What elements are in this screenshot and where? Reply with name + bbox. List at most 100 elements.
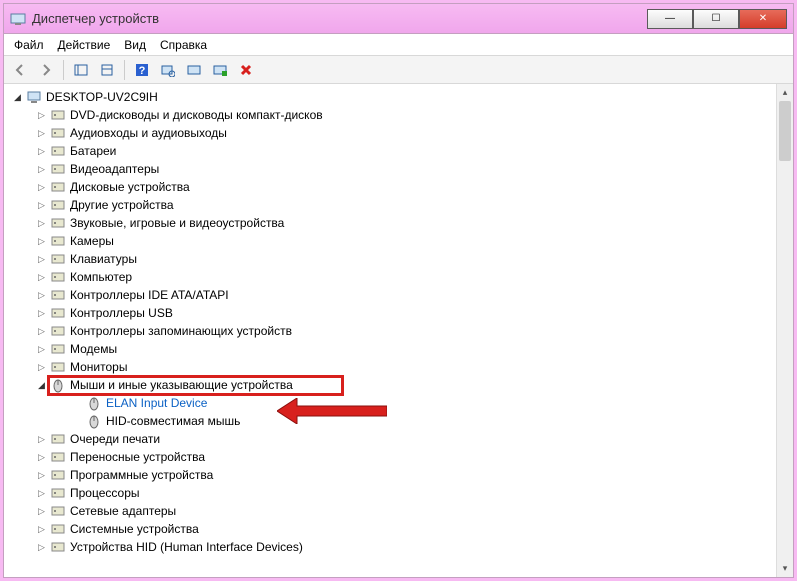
menu-file[interactable]: Файл [14, 38, 44, 52]
uninstall-button[interactable] [208, 59, 232, 81]
tree-arrow-icon[interactable]: ▷ [36, 106, 47, 124]
tree-category-22[interactable]: ▷ Устройства HID (Human Interface Devices… [6, 538, 793, 556]
tree-arrow-icon[interactable]: ▷ [36, 304, 47, 322]
device-manager-window: Диспетчер устройств — ☐ ✕ Файл Действие … [3, 3, 794, 578]
tree-item-label: Мыши и иные указывающие устройства [70, 376, 293, 394]
tree-category-6[interactable]: ▷ Звуковые, игровые и видеоустройства [6, 214, 793, 232]
mouse-icon [50, 377, 66, 393]
tree-category-18[interactable]: ▷Программные устройства [6, 466, 793, 484]
tree-category-1[interactable]: ▷Аудиовходы и аудиовыходы [6, 124, 793, 142]
tree-arrow-icon[interactable]: ▷ [36, 340, 47, 358]
properties-button[interactable] [95, 59, 119, 81]
tree-item-label: Процессоры [70, 484, 140, 502]
tree-area: ◢DESKTOP-UV2C9IH▷DVD-дисководы и дисково… [4, 84, 793, 577]
tree-arrow-icon[interactable]: ▷ [36, 142, 47, 160]
tree-item-label: Контроллеры USB [70, 304, 173, 322]
tree-category-21[interactable]: ▷ Системные устройства [6, 520, 793, 538]
tree-arrow-icon[interactable]: ▷ [36, 178, 47, 196]
show-hidden-button[interactable] [69, 59, 93, 81]
tree-category-0[interactable]: ▷ DVD-дисководы и дисководы компакт-диско… [6, 106, 793, 124]
tree-category-19[interactable]: ▷ Процессоры [6, 484, 793, 502]
tree-arrow-icon[interactable]: ▷ [36, 502, 47, 520]
tree-arrow-icon[interactable]: ▷ [36, 430, 47, 448]
tree-arrow-icon[interactable]: ▷ [36, 466, 47, 484]
tree-category-3[interactable]: ▷ Видеоадаптеры [6, 160, 793, 178]
menu-help[interactable]: Справка [160, 38, 207, 52]
tree-arrow-icon[interactable]: ▷ [36, 250, 47, 268]
scroll-up-button[interactable]: ▴ [777, 84, 793, 101]
device-icon [50, 449, 66, 465]
device-icon [50, 521, 66, 537]
tree-arrow-icon[interactable]: ▷ [36, 124, 47, 142]
tree-item-label: Звуковые, игровые и видеоустройства [70, 214, 284, 232]
tree-device-15-1[interactable]: HID-совместимая мышь [6, 412, 793, 430]
tree-item-label: Системные устройства [70, 520, 199, 538]
tree-device-15-0[interactable]: ELAN Input Device [6, 394, 793, 412]
mouse-icon [86, 395, 102, 411]
scan-hardware-button[interactable] [156, 59, 180, 81]
scroll-down-button[interactable]: ▾ [777, 560, 793, 577]
tree-item-label: Устройства HID (Human Interface Devices) [70, 538, 303, 556]
tree-arrow-icon[interactable]: ▷ [36, 520, 47, 538]
tree-category-11[interactable]: ▷ Контроллеры USB [6, 304, 793, 322]
tree-category-12[interactable]: ▷Контроллеры запоминающих устройств [6, 322, 793, 340]
tree-category-5[interactable]: ▷Другие устройства [6, 196, 793, 214]
maximize-button[interactable]: ☐ [693, 9, 739, 29]
scroll-thumb[interactable] [779, 101, 791, 161]
nav-forward-button[interactable] [34, 59, 58, 81]
menubar: Файл Действие Вид Справка [4, 34, 793, 56]
tree-item-label: Мониторы [70, 358, 127, 376]
tree-arrow-icon[interactable]: ▷ [36, 358, 47, 376]
tree-root[interactable]: ◢ DESKTOP-UV2C9IH [6, 88, 793, 106]
tree-category-4[interactable]: ▷ Дисковые устройства [6, 178, 793, 196]
tree-arrow-icon[interactable]: ▷ [36, 160, 47, 178]
tree-arrow-icon[interactable]: ▷ [36, 196, 47, 214]
device-icon [50, 233, 66, 249]
tree-arrow-icon[interactable]: ▷ [36, 214, 47, 232]
device-icon [50, 161, 66, 177]
menu-action[interactable]: Действие [58, 38, 111, 52]
nav-back-button[interactable] [8, 59, 32, 81]
scrollbar[interactable]: ▴ ▾ [776, 84, 793, 577]
tree-arrow-icon[interactable]: ▷ [36, 538, 47, 556]
tree-arrow-icon[interactable]: ▷ [36, 286, 47, 304]
tree-item-label: Клавиатуры [70, 250, 137, 268]
tree-category-8[interactable]: ▷ Клавиатуры [6, 250, 793, 268]
tree-category-17[interactable]: ▷Переносные устройства [6, 448, 793, 466]
tree-arrow-icon[interactable]: ◢ [36, 376, 47, 394]
device-icon [50, 359, 66, 375]
tree-item-label: Дисковые устройства [70, 178, 190, 196]
menu-view[interactable]: Вид [124, 38, 146, 52]
tree-category-7[interactable]: ▷Камеры [6, 232, 793, 250]
tree-category-14[interactable]: ▷ Мониторы [6, 358, 793, 376]
tree-item-label: Видеоадаптеры [70, 160, 159, 178]
tree-arrow-icon[interactable]: ▷ [36, 484, 47, 502]
tree-item-label: DVD-дисководы и дисководы компакт-дисков [70, 106, 323, 124]
tree-arrow-icon[interactable]: ▷ [36, 232, 47, 250]
tree-arrow-icon[interactable]: ▷ [36, 268, 47, 286]
update-driver-button[interactable] [182, 59, 206, 81]
device-icon [50, 215, 66, 231]
tree-category-9[interactable]: ▷Компьютер [6, 268, 793, 286]
device-icon [50, 143, 66, 159]
titlebar[interactable]: Диспетчер устройств — ☐ ✕ [4, 4, 793, 34]
tree-item-label: Батареи [70, 142, 116, 160]
help-button[interactable]: ? [130, 59, 154, 81]
tree-category-16[interactable]: ▷Очереди печати [6, 430, 793, 448]
window-title: Диспетчер устройств [32, 11, 647, 26]
tree-item-label: Модемы [70, 340, 117, 358]
device-icon [50, 305, 66, 321]
tree-category-2[interactable]: ▷ Батареи [6, 142, 793, 160]
minimize-button[interactable]: — [647, 9, 693, 29]
tree-category-20[interactable]: ▷Сетевые адаптеры [6, 502, 793, 520]
tree-item-label: DESKTOP-UV2C9IH [46, 88, 158, 106]
disable-button[interactable] [234, 59, 258, 81]
tree-item-label: HID-совместимая мышь [106, 412, 240, 430]
tree-arrow-icon[interactable]: ▷ [36, 322, 47, 340]
tree-category-13[interactable]: ▷ Модемы [6, 340, 793, 358]
tree-arrow-icon[interactable]: ▷ [36, 448, 47, 466]
tree-arrow-icon[interactable]: ◢ [12, 88, 23, 106]
close-button[interactable]: ✕ [739, 9, 787, 29]
tree-category-15[interactable]: ◢ Мыши и иные указывающие устройства [6, 376, 793, 394]
tree-category-10[interactable]: ▷Контроллеры IDE ATA/ATAPI [6, 286, 793, 304]
